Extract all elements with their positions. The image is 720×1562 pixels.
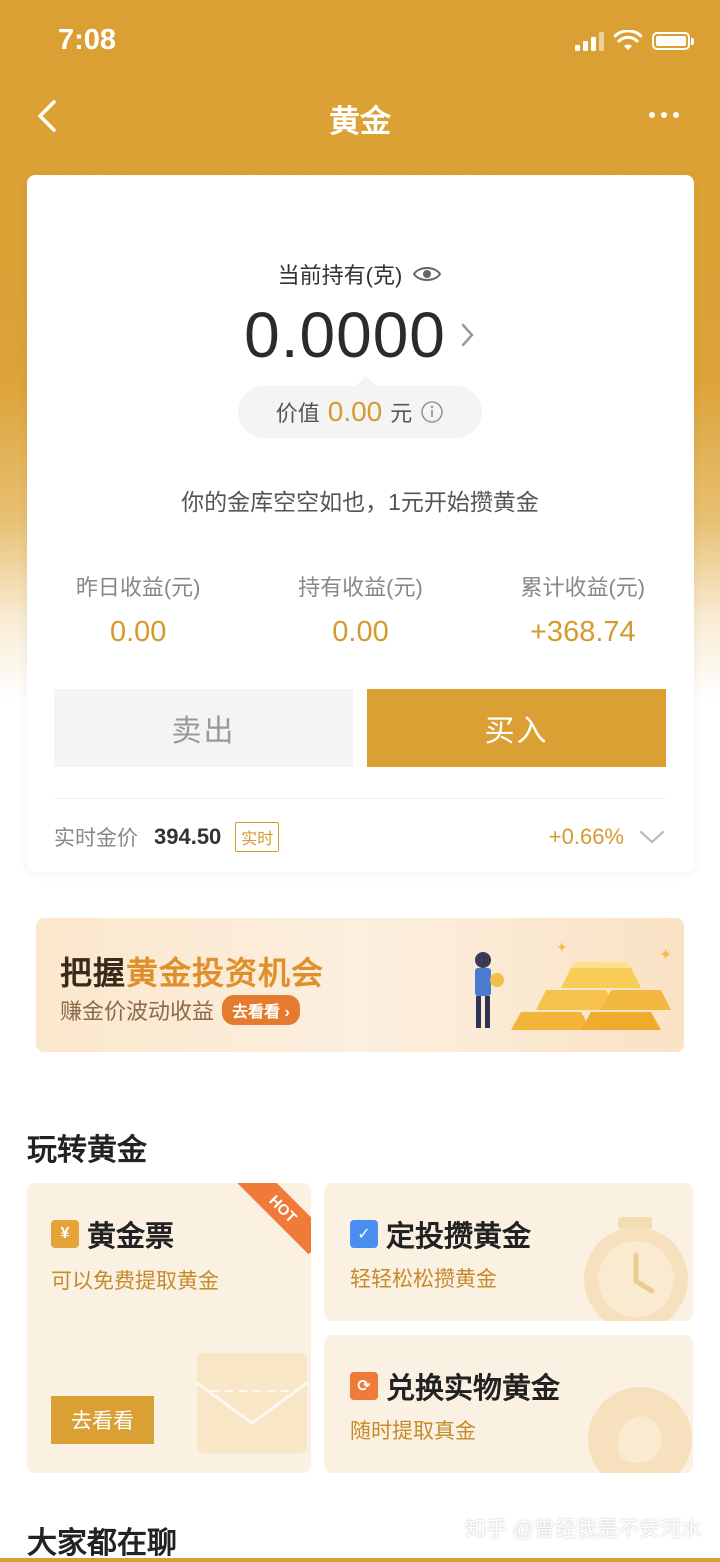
exchange-subtitle: 随时提取真金 (350, 1420, 476, 1443)
chevron-right-icon (461, 323, 474, 347)
eye-icon[interactable] (412, 263, 442, 285)
gold-ticket-icon: ¥ (51, 1220, 79, 1248)
value-amount: 0.00 (327, 396, 383, 427)
svg-text:✦: ✦ (556, 939, 568, 955)
buy-button[interactable]: 买入 (367, 689, 666, 767)
more-options-icon[interactable] (646, 100, 682, 130)
calendar-check-icon: ✓ (350, 1220, 378, 1248)
fixed-invest-head: ✓ 定投攒黄金 (350, 1213, 531, 1255)
exchange-physical-tile[interactable]: ⟳ 兑换实物黄金 随时提取真金 (324, 1335, 693, 1473)
gold-nugget-illustration (588, 1387, 692, 1473)
stat-value: +368.74 (530, 616, 636, 648)
hot-badge: HOT (237, 1183, 311, 1255)
gold-ticket-go-button[interactable]: 去看看 (51, 1396, 154, 1444)
stat-cumulative: 累计收益(元) +368.74 (472, 570, 694, 649)
envelope-illustration (196, 1353, 308, 1453)
banner-title-highlight: 黄金投资机会 (126, 955, 325, 991)
banner-subtitle: 赚金价波动收益 (60, 999, 215, 1024)
wifi-icon (614, 30, 642, 50)
stat-label: 累计收益(元) (520, 575, 646, 600)
earnings-stats: 昨日收益(元) 0.00 持有收益(元) 0.00 累计收益(元) +368.7… (27, 570, 694, 649)
gold-ticket-tile[interactable]: HOT ¥ 黄金票 可以免费提取黄金 去看看 (27, 1183, 311, 1473)
banner-go-label: 去看看 (232, 1004, 281, 1021)
stat-value: 0.00 (109, 616, 167, 648)
section-title-play-gold: 玩转黄金 (27, 1134, 147, 1167)
holdings-label: 当前持有(克) (277, 263, 403, 288)
banner-title-prefix: 把握 (60, 955, 127, 991)
banner-title: 把握黄金投资机会 (60, 948, 324, 994)
value-prefix: 价值 (275, 401, 320, 426)
battery-icon (652, 32, 694, 50)
cellular-signal-icon (575, 31, 604, 51)
page-title: 黄金 (329, 104, 391, 139)
clock-illustration (584, 1217, 688, 1321)
status-icons (575, 30, 694, 52)
realtime-tag: 实时 (235, 822, 280, 852)
empty-vault-tip: 你的金库空空如也，1元开始攒黄金 (181, 489, 539, 515)
gold-bars-illustration: ✦ ✦ (475, 939, 672, 1030)
exchange-icon: ⟳ (350, 1372, 378, 1400)
stat-yesterday: 昨日收益(元) 0.00 (27, 570, 249, 649)
stat-label: 昨日收益(元) (75, 575, 201, 600)
price-change: +0.66% (548, 824, 624, 849)
sell-button[interactable]: 卖出 (54, 689, 353, 767)
holdings-amount-row[interactable]: 0.0000 (0, 298, 720, 372)
value-pill: 价值 0.00 元 (238, 376, 482, 438)
stat-value: 0.00 (332, 616, 389, 648)
gold-ticket-subtitle: 可以免费提取黄金 (51, 1270, 219, 1293)
holdings-amount: 0.0000 (244, 299, 446, 371)
chevron-down-icon[interactable] (638, 828, 666, 846)
price-value: 394.50 (154, 824, 222, 849)
exchange-head: ⟳ 兑换实物黄金 (350, 1365, 560, 1407)
holdings-label-row: 当前持有(克) (0, 258, 720, 290)
svg-text:✦: ✦ (659, 947, 672, 964)
stat-label: 持有收益(元) (298, 575, 423, 600)
exchange-title: 兑换实物黄金 (386, 1373, 561, 1405)
status-time: 7:08 (58, 24, 117, 56)
watermark: 知乎 @曾经我是不安河水 (464, 1518, 702, 1541)
realtime-price-row[interactable]: 实时金价 394.50 实时 +0.66% (54, 820, 666, 854)
value-unit: 元 (390, 401, 413, 426)
stat-holding: 持有收益(元) 0.00 (249, 570, 471, 649)
banner-subtitle-row: 赚金价波动收益 去看看 › (60, 994, 300, 1026)
price-label: 实时金价 (54, 827, 138, 850)
promo-banner[interactable]: 把握黄金投资机会 赚金价波动收益 去看看 › ✦ ✦ (36, 918, 684, 1052)
info-icon[interactable] (420, 400, 444, 424)
fixed-invest-tile[interactable]: ✓ 定投攒黄金 轻轻松松攒黄金 (324, 1183, 693, 1321)
banner-go-button[interactable]: 去看看 › (222, 995, 300, 1025)
section-title-discussion: 大家都在聊 (27, 1527, 177, 1560)
divider (54, 798, 666, 799)
fixed-invest-title: 定投攒黄金 (386, 1221, 532, 1253)
fixed-invest-subtitle: 轻轻松松攒黄金 (350, 1268, 497, 1291)
gold-ticket-title: 黄金票 (87, 1221, 175, 1253)
gold-ticket-head: ¥ 黄金票 (51, 1213, 174, 1255)
